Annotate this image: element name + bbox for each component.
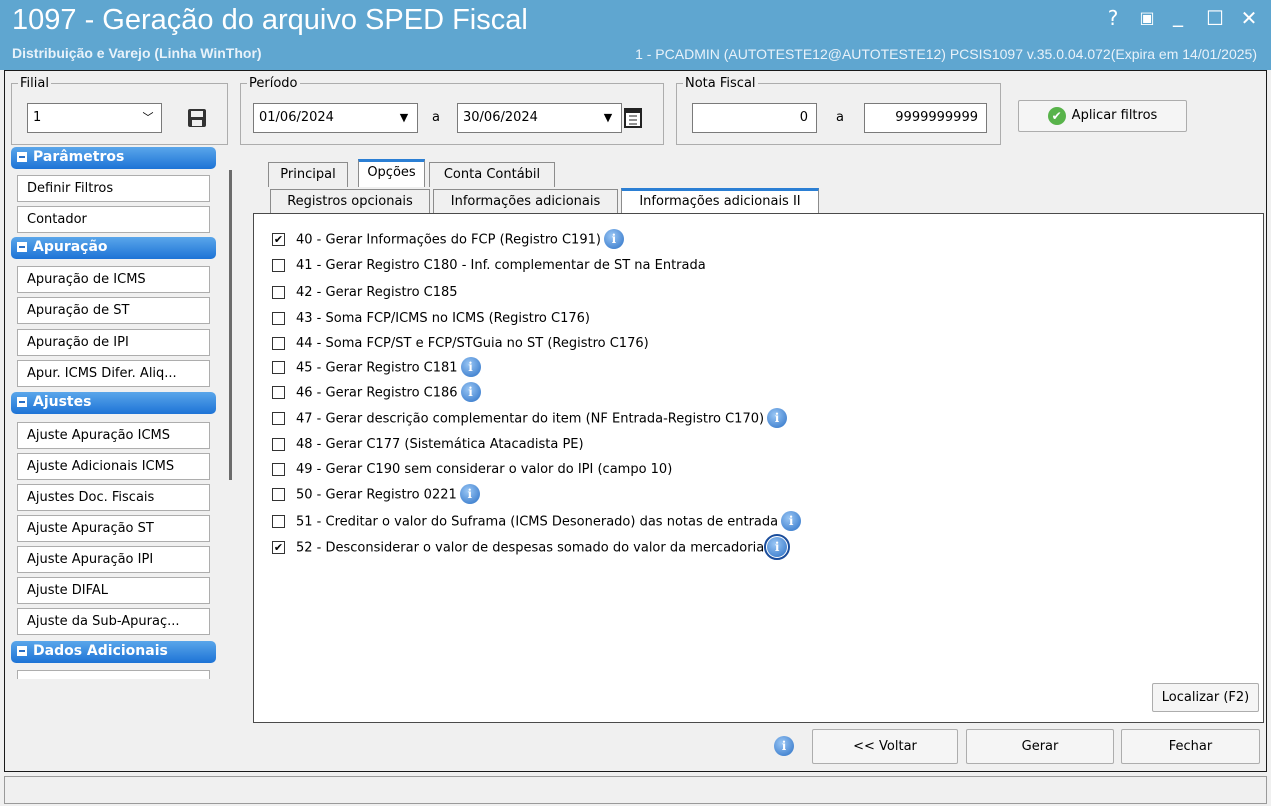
localizar-button[interactable]: Localizar (F2) <box>1152 683 1259 712</box>
tab-informacoes-adicionais-ii[interactable]: Informações adicionais II <box>621 188 819 214</box>
checkbox[interactable] <box>272 361 285 374</box>
sidebar-item-ajuste-apuracao-icms[interactable]: Ajuste Apuração ICMS <box>17 422 210 449</box>
save-icon[interactable] <box>183 104 211 132</box>
sidebar-item-ajuste-difal[interactable]: Ajuste DIFAL <box>17 577 210 604</box>
tab-conta-contabil[interactable]: Conta Contábil <box>429 162 555 187</box>
nota-fiscal-label: Nota Fiscal <box>685 76 756 91</box>
checkbox[interactable]: ✔ <box>272 541 285 554</box>
sidebar-item-ajustes-doc-fiscais[interactable]: Ajustes Doc. Fiscais <box>17 484 210 511</box>
window-subtitle: Distribuição e Varejo (Linha WinThor) <box>12 45 262 61</box>
periodo-label: Período <box>249 76 298 91</box>
sidebar-item-apuracao-st[interactable]: Apuração de ST <box>17 297 210 324</box>
help-button[interactable]: ? <box>1101 6 1125 30</box>
nota-to-input[interactable]: 9999999999 <box>864 103 987 133</box>
checkbox[interactable] <box>272 312 285 325</box>
info-icon[interactable]: i <box>774 736 794 756</box>
minus-icon <box>17 646 27 656</box>
close-button[interactable]: ✕ <box>1237 6 1261 30</box>
date-to-field[interactable]: 30/06/2024 ▼ <box>457 103 622 133</box>
calendar-icon[interactable] <box>622 104 644 132</box>
filial-select[interactable]: 1 ﹀ <box>27 103 162 133</box>
minus-icon <box>17 242 27 252</box>
date-from-field[interactable]: 01/06/2024 ▼ <box>253 103 418 133</box>
checkbox[interactable] <box>272 286 285 299</box>
info-icon[interactable]: i <box>767 408 788 428</box>
apply-filters-button[interactable]: ✔ Aplicar filtros <box>1018 100 1187 132</box>
user-info: 1 - PCADMIN (AUTOTESTE12@AUTOTESTE12) PC… <box>635 46 1257 62</box>
sidebar-item-apuracao-icms[interactable]: Apuração de ICMS <box>17 266 210 293</box>
date-to-value: 30/06/2024 <box>463 110 538 125</box>
checkbox[interactable] <box>272 386 285 399</box>
section-dados-adicionais-header[interactable]: Dados Adicionais <box>11 641 216 663</box>
dropdown-arrow-icon[interactable]: ▼ <box>597 106 619 130</box>
checkbox[interactable] <box>272 259 285 272</box>
fechar-button[interactable]: Fechar <box>1121 729 1260 764</box>
minimize-button[interactable]: _ <box>1166 3 1190 27</box>
filial-value: 1 <box>33 110 42 125</box>
info-icon[interactable]: i <box>459 484 480 504</box>
voltar-button[interactable]: << Voltar <box>812 729 958 764</box>
checkbox[interactable] <box>272 438 285 451</box>
nota-from-input[interactable]: 0 <box>692 103 817 133</box>
tab-informacoes-adicionais[interactable]: Informações adicionais <box>433 189 618 214</box>
nota-separator: a <box>836 110 844 125</box>
sidebar: Parâmetros Definir Filtros Contador Apur… <box>11 147 216 679</box>
status-bar <box>4 776 1267 804</box>
title-bar: 1097 - Geração do arquivo SPED Fiscal Di… <box>0 0 1271 70</box>
checkbox[interactable] <box>272 412 285 425</box>
date-separator: a <box>432 110 440 125</box>
minus-icon <box>17 397 27 407</box>
tab-principal[interactable]: Principal <box>268 162 348 187</box>
chevron-down-icon[interactable]: ﹀ <box>137 106 159 130</box>
dropdown-arrow-icon[interactable]: ▼ <box>393 106 415 130</box>
sidebar-item-apuracao-ipi[interactable]: Apuração de IPI <box>17 329 210 356</box>
filial-label: Filial <box>20 76 49 91</box>
checkbox[interactable]: ✔ <box>272 233 285 246</box>
sidebar-item-ajuste-sub-apuracao[interactable]: Ajuste da Sub-Apuraç... <box>17 608 210 635</box>
sidebar-item-partial[interactable] <box>17 670 210 679</box>
check-circle-icon: ✔ <box>1047 106 1066 125</box>
gerar-button[interactable]: Gerar <box>966 729 1114 764</box>
checkbox[interactable] <box>272 337 285 350</box>
window-title: 1097 - Geração do arquivo SPED Fiscal <box>12 4 528 36</box>
sidebar-item-ajuste-apuracao-st[interactable]: Ajuste Apuração ST <box>17 515 210 542</box>
info-icon[interactable]: i <box>460 382 481 402</box>
info-icon[interactable]: i <box>603 229 624 249</box>
date-from-value: 01/06/2024 <box>259 110 334 125</box>
sidebar-item-apur-icms-difer[interactable]: Apur. ICMS Difer. Aliq... <box>17 360 210 387</box>
sidebar-item-definir-filtros[interactable]: Definir Filtros <box>17 175 210 202</box>
info-icon[interactable]: i <box>781 511 802 531</box>
restore-icon[interactable]: ▣ <box>1135 6 1159 30</box>
sidebar-scrollbar[interactable] <box>229 170 232 480</box>
maximize-button[interactable]: ☐ <box>1203 6 1227 30</box>
sidebar-item-contador[interactable]: Contador <box>17 206 210 233</box>
checkbox[interactable] <box>272 463 285 476</box>
info-icon[interactable]: i <box>460 357 481 377</box>
section-ajustes-header[interactable]: Ajustes <box>11 392 216 414</box>
tab-opcoes[interactable]: Opções <box>358 159 425 187</box>
info-icon[interactable]: i <box>764 534 791 560</box>
section-apuracao-header[interactable]: Apuração <box>11 237 216 259</box>
apply-filters-label: Aplicar filtros <box>1071 108 1158 123</box>
minus-icon <box>17 152 27 162</box>
checkbox[interactable] <box>272 515 285 528</box>
sidebar-item-ajuste-apuracao-ipi[interactable]: Ajuste Apuração IPI <box>17 546 210 573</box>
checkbox[interactable] <box>272 488 285 501</box>
section-parametros-header[interactable]: Parâmetros <box>11 147 216 169</box>
sidebar-item-ajuste-adicionais-icms[interactable]: Ajuste Adicionais ICMS <box>17 453 210 480</box>
tab-registros-opcionais[interactable]: Registros opcionais <box>270 189 430 214</box>
